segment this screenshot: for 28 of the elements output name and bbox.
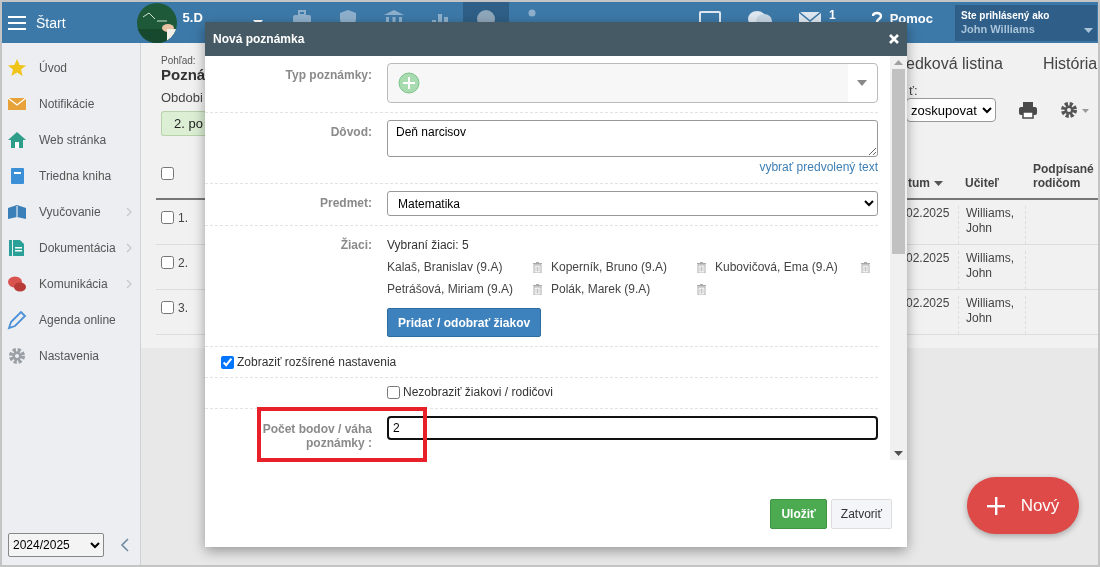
table-cell: Williams, John <box>958 251 1025 289</box>
table-cell: Williams, John <box>958 206 1025 244</box>
period-label: Obdobi <box>161 90 204 105</box>
student-name: Kalaš, Branislav (9.A) <box>387 260 503 274</box>
row-number: 3. <box>178 301 188 315</box>
group-label: ť: <box>909 83 919 98</box>
student-name: Kubovičová, Ema (9.A) <box>715 260 838 274</box>
field-label: Predmet: <box>319 195 373 212</box>
view-caption: Pohľad: <box>161 55 197 66</box>
table-cell: Williams, John <box>958 296 1025 334</box>
field-label: Počet bodov / váha poznámky : <box>261 421 373 450</box>
student-name: Polák, Marek (9.A) <box>551 282 651 296</box>
student-name: Koperník, Bruno (9.A) <box>551 260 668 274</box>
field-label: Žiaci: <box>339 236 373 254</box>
selected-count: Vybraní žiaci: 5 <box>387 237 470 252</box>
row-number: 2. <box>178 256 188 270</box>
table-cell-text: 02.2025 <box>906 251 951 267</box>
field-label: Typ poznámky: <box>284 67 373 84</box>
mail-count: 1 <box>828 8 836 21</box>
checkbox-label: Zobraziť rozšírené nastavenia <box>237 355 397 369</box>
field-label: Dôvod: <box>329 124 373 141</box>
dialog-title: Nová poznámka <box>213 32 305 46</box>
checkbox-label: Nezobraziť žiakovi / rodičovi <box>403 385 553 399</box>
table-cell-text: 02.2025 <box>906 206 951 222</box>
row-number: 1. <box>178 211 188 225</box>
student-name: Petrášová, Miriam (9.A) <box>387 282 514 296</box>
table-cell-text: 02.2025 <box>906 296 951 312</box>
page-title: Pozná <box>161 66 205 83</box>
